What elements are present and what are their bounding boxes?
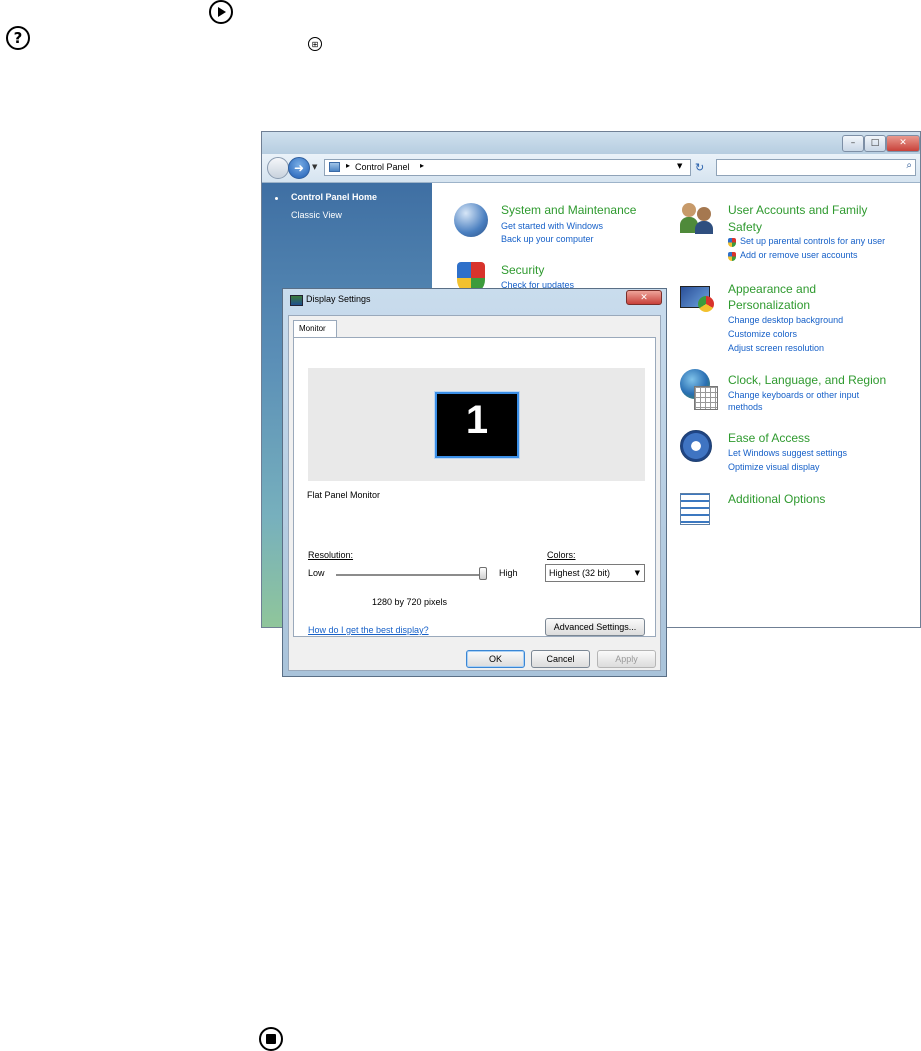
user-accounts-icon[interactable]	[680, 201, 716, 235]
additional-options-title[interactable]: Additional Options	[728, 492, 825, 506]
chevron-down-icon[interactable]: ▼	[635, 569, 640, 577]
system-link-0[interactable]: Get started with Windows	[501, 221, 603, 231]
dialog-body: Monitor 1 Flat Panel Monitor Resolution:…	[288, 315, 661, 671]
history-dropdown-icon[interactable]: ▼	[312, 163, 317, 171]
system-maintenance-title[interactable]: System and Maintenance	[501, 203, 636, 217]
monitor-thumbnail[interactable]: 1	[435, 392, 519, 458]
breadcrumb-arrow-icon[interactable]: ▸	[420, 161, 424, 170]
tab-monitor-label: Monitor	[299, 324, 326, 333]
cancel-button[interactable]: Cancel	[531, 650, 590, 668]
user-accounts-link-1[interactable]: Add or remove user accounts	[740, 250, 858, 260]
forward-button[interactable]: ➜	[288, 157, 310, 179]
stop-icon[interactable]	[259, 1027, 283, 1051]
address-field[interactable]: ▸ Control Panel ▸ ▼	[324, 159, 691, 176]
control-panel-icon	[329, 162, 340, 172]
dialog-close-button[interactable]: ✕	[626, 290, 662, 305]
uac-shield-icon	[728, 238, 736, 247]
ease-of-access-icon[interactable]	[680, 430, 712, 462]
resolution-low-label: Low	[308, 568, 325, 578]
slider-thumb[interactable]	[479, 567, 487, 580]
clock-link-0[interactable]: Change keyboards or other input	[728, 390, 859, 400]
colors-value: Highest (32 bit)	[549, 568, 611, 578]
close-button[interactable]: ✕	[886, 135, 920, 152]
uac-shield-icon	[728, 252, 736, 261]
colors-label: Colors:	[547, 550, 576, 560]
tab-panel: 1 Flat Panel Monitor Resolution: Low Hig…	[293, 337, 656, 637]
resolution-label: Resolution:	[308, 550, 354, 560]
appearance-link-0[interactable]: Change desktop background	[728, 315, 843, 325]
resolution-value: 1280 by 720 pixels	[372, 597, 448, 607]
ease-link-0[interactable]: Let Windows suggest settings	[728, 448, 847, 458]
slider-track	[336, 574, 484, 576]
play-icon[interactable]	[209, 0, 233, 24]
appearance-link-1[interactable]: Customize colors	[728, 329, 797, 339]
system-maintenance-icon[interactable]	[454, 203, 488, 237]
display-settings-icon	[290, 295, 303, 306]
sidebar-item-home[interactable]: Control Panel Home	[291, 192, 377, 202]
windows-logo-icon: ⊞	[308, 37, 322, 51]
clock-link-1[interactable]: methods	[728, 402, 763, 412]
user-accounts-title-2[interactable]: Safety	[728, 220, 762, 234]
address-bar: ➜ ▼ ▸ Control Panel ▸ ▼ ↻ ⌕	[262, 154, 920, 183]
advanced-settings-button[interactable]: Advanced Settings...	[545, 618, 645, 636]
resolution-slider[interactable]	[336, 567, 487, 585]
additional-options-icon[interactable]	[680, 493, 710, 525]
search-icon[interactable]: ⌕	[906, 160, 912, 171]
security-title[interactable]: Security	[501, 263, 544, 277]
monitor-name: Flat Panel Monitor	[307, 490, 381, 500]
clock-language-title[interactable]: Clock, Language, and Region	[728, 373, 886, 387]
minimize-button[interactable]: –	[842, 135, 864, 152]
sidebar-item-classic-view[interactable]: Classic View	[291, 210, 342, 220]
user-accounts-link-0[interactable]: Set up parental controls for any user	[740, 236, 885, 246]
ok-button[interactable]: OK	[466, 650, 525, 668]
appearance-title-1[interactable]: Appearance and	[728, 282, 816, 296]
maximize-button[interactable]: □	[864, 135, 886, 152]
refresh-icon[interactable]: ↻	[695, 161, 704, 174]
tab-monitor[interactable]: Monitor	[293, 320, 337, 337]
colors-dropdown[interactable]: Highest (32 bit) ▼	[545, 564, 645, 582]
breadcrumb[interactable]: Control Panel	[355, 162, 410, 172]
appearance-title-2[interactable]: Personalization	[728, 298, 810, 312]
monitor-preview-area[interactable]: 1	[308, 368, 645, 481]
appearance-personalization-icon[interactable]	[680, 282, 716, 314]
help-icon[interactable]: ?	[6, 26, 30, 50]
system-link-1[interactable]: Back up your computer	[501, 234, 594, 244]
window-titlebar: – □ ✕	[262, 132, 920, 154]
user-accounts-title-1[interactable]: User Accounts and Family	[728, 203, 867, 217]
clock-language-region-icon[interactable]	[680, 369, 718, 410]
ease-of-access-title[interactable]: Ease of Access	[728, 431, 810, 445]
appearance-link-2[interactable]: Adjust screen resolution	[728, 343, 824, 353]
dialog-title: Display Settings	[306, 294, 371, 304]
display-settings-dialog: Display Settings ✕ Monitor 1 Flat Panel …	[282, 288, 667, 677]
search-input[interactable]: ⌕	[716, 159, 916, 176]
breadcrumb-arrow-icon: ▸	[346, 161, 351, 170]
apply-button[interactable]: Apply	[597, 650, 656, 668]
back-button[interactable]	[267, 157, 289, 179]
resolution-high-label: High	[499, 568, 518, 578]
address-dropdown-icon[interactable]: ▼	[677, 162, 682, 170]
help-link[interactable]: How do I get the best display?	[308, 625, 429, 635]
ease-link-1[interactable]: Optimize visual display	[728, 462, 820, 472]
monitor-number: 1	[465, 398, 489, 442]
sidebar-bullet	[275, 197, 278, 200]
